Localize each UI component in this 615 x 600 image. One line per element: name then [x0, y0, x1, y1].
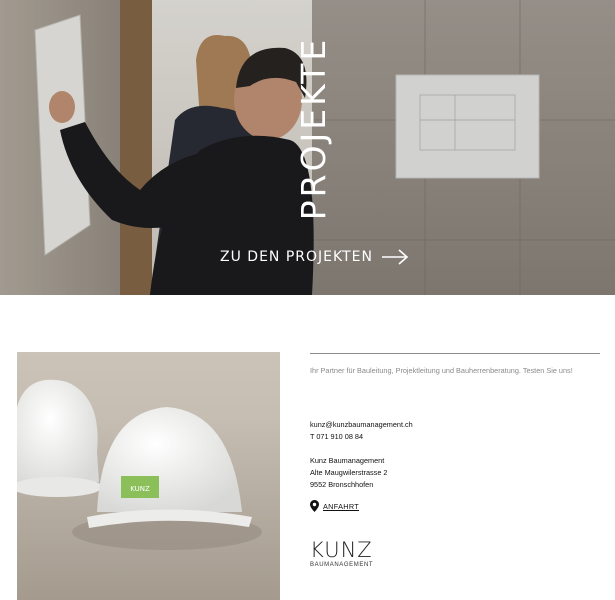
- hard-hat-image: KUNZ: [17, 352, 280, 600]
- tagline: Ihr Partner für Bauleitung, Projektleitu…: [310, 366, 573, 375]
- logo-wordmark: KUNZ: [310, 538, 373, 562]
- projects-link[interactable]: ZU DEN PROJEKTEN: [220, 245, 409, 269]
- email-link[interactable]: kunz@kunzbaumanagement.ch: [310, 419, 413, 431]
- hero-title: PROJEKTE: [290, 28, 338, 228]
- city-address: 9552 Bronschhofen: [310, 480, 374, 489]
- street-address: Alte Maugwilerstrasse 2: [310, 468, 388, 477]
- arrow-right-icon: [381, 249, 409, 265]
- phone-number[interactable]: T 071 910 08 84: [310, 431, 413, 443]
- divider: [310, 353, 600, 354]
- company-logo: KUNZ BAUMANAGEMENT: [310, 540, 385, 572]
- projects-link-label: ZU DEN PROJEKTEN: [220, 249, 373, 265]
- map-pin-icon: [310, 500, 319, 512]
- hero-banner: PROJEKTE ZU DEN PROJEKTEN: [0, 0, 615, 295]
- directions-link[interactable]: ANFAHRT: [310, 500, 359, 512]
- contact-info: kunz@kunzbaumanagement.ch T 071 910 08 8…: [310, 419, 413, 442]
- svg-text:KUNZ: KUNZ: [130, 485, 150, 493]
- hero-title-text: PROJEKTE: [294, 36, 334, 220]
- directions-label: ANFAHRT: [323, 501, 360, 511]
- logo-subline: BAUMANAGEMENT: [310, 562, 374, 568]
- postal-address: Kunz Baumanagement Alte Maugwilerstrasse…: [310, 455, 387, 491]
- company-name: Kunz Baumanagement: [310, 456, 385, 465]
- helmet-photo: KUNZ: [17, 352, 280, 600]
